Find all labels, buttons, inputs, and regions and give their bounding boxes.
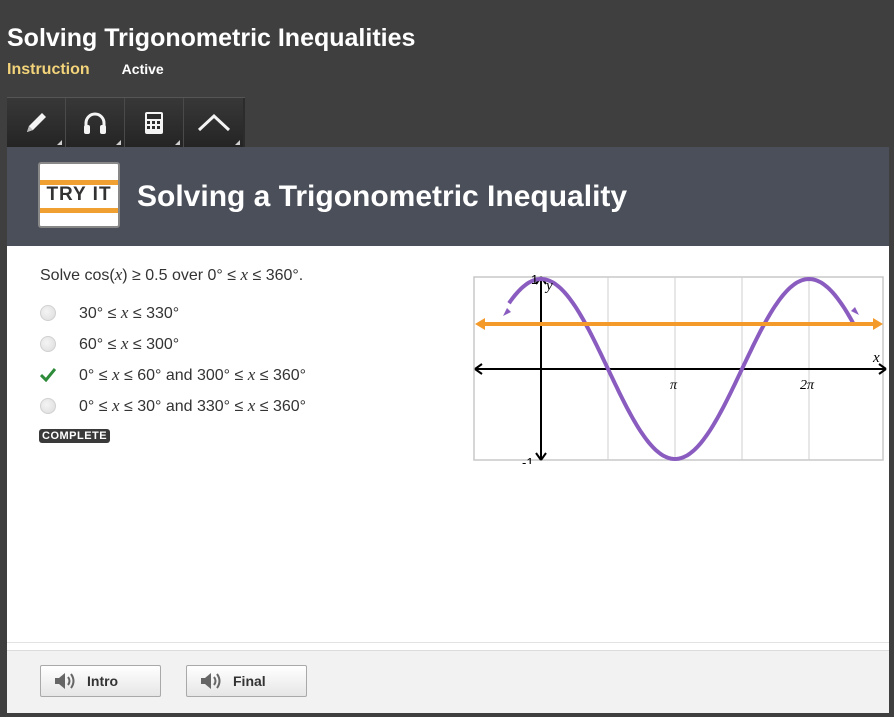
option-label: 60° ≤ x ≤ 300° bbox=[79, 333, 180, 353]
speaker-icon bbox=[55, 673, 75, 689]
intro-label: Intro bbox=[87, 673, 119, 689]
footer-divider bbox=[7, 642, 889, 643]
option-label: 0° ≤ x ≤ 30° and 330° ≤ x ≤ 360° bbox=[79, 395, 307, 415]
pencil-icon bbox=[27, 113, 46, 132]
radio-button[interactable] bbox=[40, 304, 56, 321]
option-3[interactable]: 0° ≤ x ≤ 60° and 300° ≤ x ≤ 360° bbox=[40, 359, 306, 390]
instruction-label: Instruction bbox=[7, 61, 90, 78]
page-title: Solving Trigonometric Inequalities bbox=[7, 24, 416, 52]
panel-header: TRY IT Solving a Trigonometric Inequalit… bbox=[7, 147, 889, 246]
graph-icon bbox=[197, 113, 230, 132]
question-part: Solve cos( bbox=[40, 267, 115, 284]
pi-tick-label: π bbox=[670, 378, 678, 393]
answer-options: 30° ≤ x ≤ 330° 60° ≤ x ≤ 300° 0° ≤ x ≤ 6… bbox=[40, 297, 306, 421]
status-label: Active bbox=[121, 61, 164, 77]
complete-badge: COMPLETE bbox=[39, 429, 111, 443]
dropdown-corner bbox=[57, 140, 62, 145]
dropdown-corner bbox=[175, 140, 180, 145]
dropdown-corner bbox=[116, 140, 121, 145]
option-2[interactable]: 60° ≤ x ≤ 300° bbox=[40, 328, 306, 359]
subheader: Instruction Active bbox=[7, 61, 164, 79]
y-axis-label: y bbox=[544, 278, 553, 294]
option-label: 30° ≤ x ≤ 330° bbox=[79, 302, 180, 322]
cosine-graph: 1 y x π 2π -1 bbox=[473, 274, 887, 464]
headphones-icon bbox=[84, 112, 106, 134]
question-part: ) ≥ 0.5 over 0° ≤ bbox=[122, 267, 241, 284]
calculator-icon bbox=[145, 112, 163, 134]
badge-stripe-bottom bbox=[40, 208, 118, 213]
calculator-tool-button[interactable] bbox=[125, 98, 184, 148]
lesson-panel: TRY IT Solving a Trigonometric Inequalit… bbox=[7, 147, 889, 713]
panel-title: Solving a Trigonometric Inequality bbox=[137, 180, 628, 213]
intro-audio-button[interactable]: Intro bbox=[40, 665, 161, 697]
dropdown-corner bbox=[235, 140, 240, 145]
graph-tool-button[interactable] bbox=[184, 98, 243, 148]
radio-button[interactable] bbox=[40, 397, 56, 414]
final-audio-button[interactable]: Final bbox=[186, 665, 307, 697]
question-text: Solve cos(x) ≥ 0.5 over 0° ≤ x ≤ 360°. bbox=[40, 265, 303, 285]
option-label: 0° ≤ x ≤ 60° and 300° ≤ x ≤ 360° bbox=[79, 364, 307, 384]
pencil-tool-button[interactable] bbox=[7, 98, 66, 148]
question-part: ≤ 360°. bbox=[248, 267, 304, 284]
try-it-text: TRY IT bbox=[46, 184, 112, 205]
toolbar bbox=[7, 97, 245, 148]
footer-bar: Intro Final bbox=[7, 650, 889, 713]
headphones-tool-button[interactable] bbox=[66, 98, 125, 148]
y-max-label: 1 bbox=[531, 274, 538, 287]
radio-button[interactable] bbox=[40, 335, 56, 352]
option-4[interactable]: 0° ≤ x ≤ 30° and 330° ≤ x ≤ 360° bbox=[40, 390, 306, 421]
try-it-badge: TRY IT bbox=[38, 162, 120, 228]
x-axis-label: x bbox=[872, 350, 880, 366]
question-var: x bbox=[240, 265, 249, 284]
option-1[interactable]: 30° ≤ x ≤ 330° bbox=[40, 297, 306, 328]
checkmark-icon bbox=[40, 367, 56, 383]
final-label: Final bbox=[233, 673, 266, 689]
y-min-label: -1 bbox=[522, 455, 534, 464]
two-pi-tick-label: 2π bbox=[800, 378, 815, 393]
speaker-icon bbox=[201, 673, 221, 689]
